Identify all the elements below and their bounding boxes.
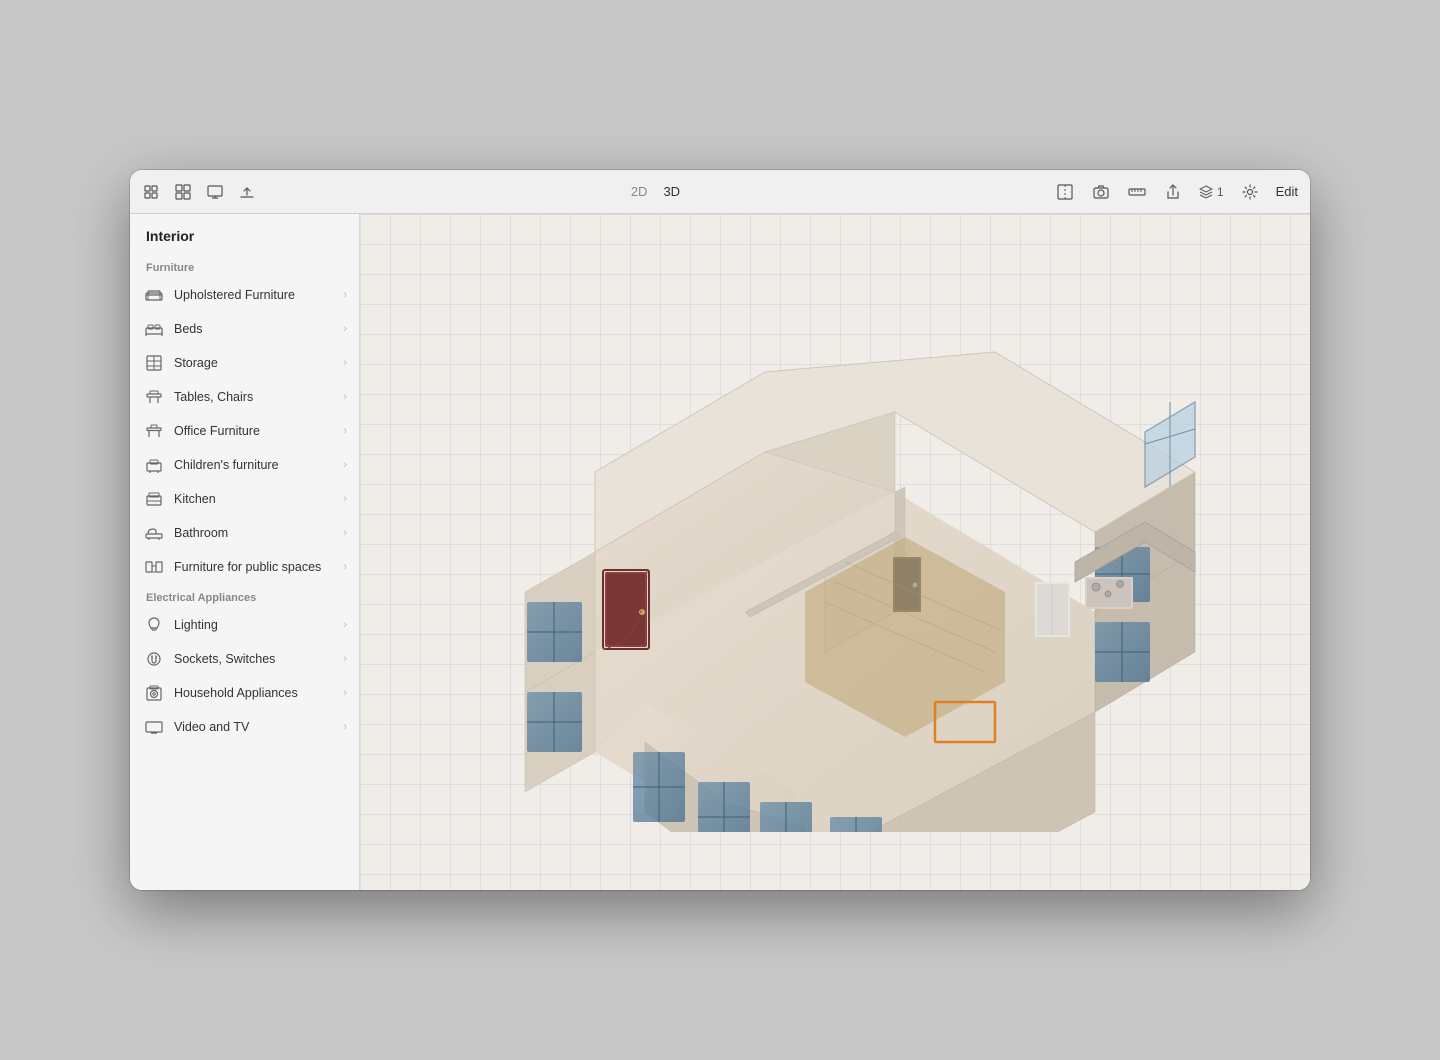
sidebar-item-sockets[interactable]: Sockets, Switches › [130,642,359,676]
layer-count: 1 [1217,185,1224,199]
video-tv-label: Video and TV [174,720,333,734]
measure-icon[interactable] [1127,182,1147,202]
tables-chairs-label: Tables, Chairs [174,390,333,404]
tv-icon [144,717,164,737]
beds-label: Beds [174,322,333,336]
lighting-arrow: › [343,619,347,631]
storage-icon [144,353,164,373]
sofa-icon [144,285,164,305]
sidebar-item-kitchen[interactable]: Kitchen › [130,482,359,516]
home-icon[interactable] [142,183,160,201]
lighting-icon [144,615,164,635]
sidebar: Interior Furniture Upholstered Furniture… [130,214,360,890]
sidebar-item-childrens[interactable]: Children's furniture › [130,448,359,482]
bathroom-icon [144,523,164,543]
kitchen-icon [144,489,164,509]
video-tv-arrow: › [343,721,347,733]
sidebar-item-household[interactable]: Household Appliances › [130,676,359,710]
layer-info[interactable]: 1 [1199,185,1224,199]
sockets-label: Sockets, Switches [174,652,333,666]
children-icon [144,455,164,475]
household-icon [144,683,164,703]
public-arrow: › [343,561,347,573]
sidebar-item-public[interactable]: Furniture for public spaces › [130,550,359,584]
household-arrow: › [343,687,347,699]
upload-icon[interactable] [238,183,256,201]
grid-icon[interactable] [174,183,192,201]
sidebar-title: Interior [130,222,359,254]
view-2d-button[interactable]: 2D [625,182,654,201]
storage-label: Storage [174,356,333,370]
upholstered-label: Upholstered Furniture [174,288,333,302]
app-window: 2D 3D [130,170,1310,890]
sidebar-item-bathroom[interactable]: Bathroom › [130,516,359,550]
sidebar-item-beds[interactable]: Beds › [130,312,359,346]
storage-arrow: › [343,357,347,369]
view-3d-button[interactable]: 3D [657,182,686,201]
settings-icon[interactable] [1240,182,1260,202]
sidebar-item-storage[interactable]: Storage › [130,346,359,380]
floor-plan-3d [360,214,1310,890]
sidebar-item-office[interactable]: Office Furniture › [130,414,359,448]
bathroom-arrow: › [343,527,347,539]
toolbar-right: 1 Edit [1055,182,1298,202]
content-area: Interior Furniture Upholstered Furniture… [130,214,1310,890]
sidebar-item-upholstered[interactable]: Upholstered Furniture › [130,278,359,312]
office-icon [144,421,164,441]
section-label-furniture: Furniture [130,254,359,278]
fit-screen-icon[interactable] [1055,182,1075,202]
office-arrow: › [343,425,347,437]
public-icon [144,557,164,577]
lighting-label: Lighting [174,618,333,632]
toolbar: 2D 3D [130,170,1310,214]
tables-chairs-arrow: › [343,391,347,403]
sockets-icon [144,649,164,669]
bathroom-label: Bathroom [174,526,333,540]
household-label: Household Appliances [174,686,333,700]
table-icon [144,387,164,407]
childrens-label: Children's furniture [174,458,333,472]
kitchen-label: Kitchen [174,492,333,506]
childrens-arrow: › [343,459,347,471]
camera-icon[interactable] [1091,182,1111,202]
sockets-arrow: › [343,653,347,665]
sidebar-item-lighting[interactable]: Lighting › [130,608,359,642]
kitchen-arrow: › [343,493,347,505]
sidebar-item-tables-chairs[interactable]: Tables, Chairs › [130,380,359,414]
main-view[interactable] [360,214,1310,890]
view-toggle: 2D 3D [625,182,686,201]
public-label: Furniture for public spaces [174,560,333,574]
section-label-electrical: Electrical Appliances [130,584,359,608]
monitor-icon[interactable] [206,183,224,201]
office-label: Office Furniture [174,424,333,438]
beds-arrow: › [343,323,347,335]
share-icon[interactable] [1163,182,1183,202]
sidebar-item-video-tv[interactable]: Video and TV › [130,710,359,744]
upholstered-arrow: › [343,289,347,301]
bed-icon [144,319,164,339]
edit-button[interactable]: Edit [1276,184,1298,199]
